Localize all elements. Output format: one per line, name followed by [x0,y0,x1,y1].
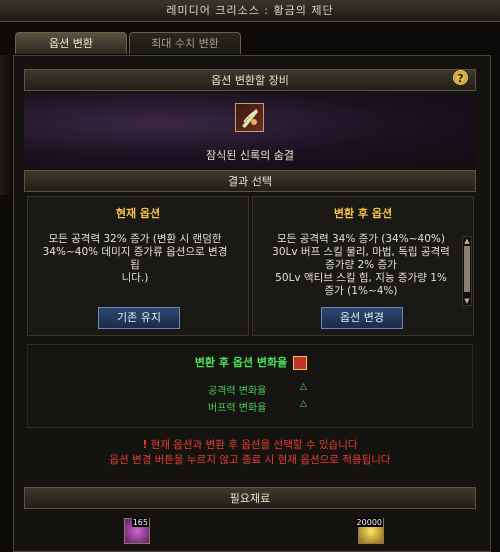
rate-title-text: 변환 후 옵션 변화율 [194,356,288,369]
current-option-title: 현재 옵션 [115,207,161,220]
current-option-text: 모든 공격력 32% 증가 (변환 시 랜덤한 34%~40% 데미지 증가류 … [42,233,228,284]
material-count: 165 [131,518,149,527]
equipment-slot[interactable] [235,103,264,132]
equipment-header: 옵션 변환할 장비 [24,69,476,91]
keep-option-button[interactable]: 기존 유지 [98,307,180,329]
current-option-panel: 현재 옵션 모든 공격력 32% 증가 (변환 시 랜덤한 34%~40% 데미… [27,196,249,336]
materials-area: 165 20000 [24,510,476,552]
help-icon[interactable]: ? [453,70,468,85]
book-icon[interactable] [293,356,308,370]
equipment-name: 잠식된 신록의 숨결 [206,149,294,162]
warning-text-1: 현재 옵션과 변환 후 옵션을 선택할 수 있습니다 [150,439,358,451]
background-edge [0,55,12,195]
after-option-title: 변환 후 옵션 [333,207,393,220]
materials-header: 필요재료 [24,487,476,509]
warning-line-2: 옵션 변경 버튼을 누르지 않고 종료 시 현재 옵션으로 적용됩니다 [109,454,391,466]
warning-message: ! 현재 옵션과 변환 후 옵션을 선택할 수 있습니다 옵션 변경 버튼을 누… [27,438,473,468]
warning-icon: ! [142,439,148,451]
tab-option-convert[interactable]: 옵션 변환 [15,32,127,54]
buff-rate-label: 버프력 변화율 [208,403,267,414]
window-title: 레미디어 크리소스 : 황금의 제단 [0,0,500,22]
result-header: 결과 선택 [24,170,476,192]
rate-title: 변환 후 옵션 변화율 [28,354,474,370]
rate-section: 변환 후 옵션 변화율 공격력 변화율 △ 버프력 변화율 △ [27,344,473,428]
after-option-scrollbar[interactable]: ▲ ▼ [462,236,472,306]
scroll-up-icon[interactable]: ▲ [463,237,471,245]
purple-gem-icon[interactable]: 165 [124,518,150,544]
gold-coin-icon[interactable]: 20000 [355,518,384,544]
leaf-equipment-icon [242,109,258,128]
triangle-icon: △ [300,382,307,392]
tab-max-value-convert[interactable]: 최대 수치 변환 [129,32,241,54]
attack-rate-label: 공격력 변화율 [208,386,267,397]
after-option-panel: 변환 후 옵션 모든 공격력 34% 증가 (34%~40%) 30Lv 버프 … [252,196,474,336]
change-option-button[interactable]: 옵션 변경 [321,307,403,329]
equipment-area: 잠식된 신록의 숨결 [24,94,476,168]
material-count: 20000 [355,518,383,527]
triangle-icon: △ [300,399,307,409]
after-option-text: 모든 공격력 34% 증가 (34%~40%) 30Lv 버프 스킬 물리, 마… [272,233,450,297]
warning-line-1: ! 현재 옵션과 변환 후 옵션을 선택할 수 있습니다 [27,438,473,453]
scroll-thumb[interactable] [464,246,470,292]
scroll-down-icon[interactable]: ▼ [463,297,471,305]
